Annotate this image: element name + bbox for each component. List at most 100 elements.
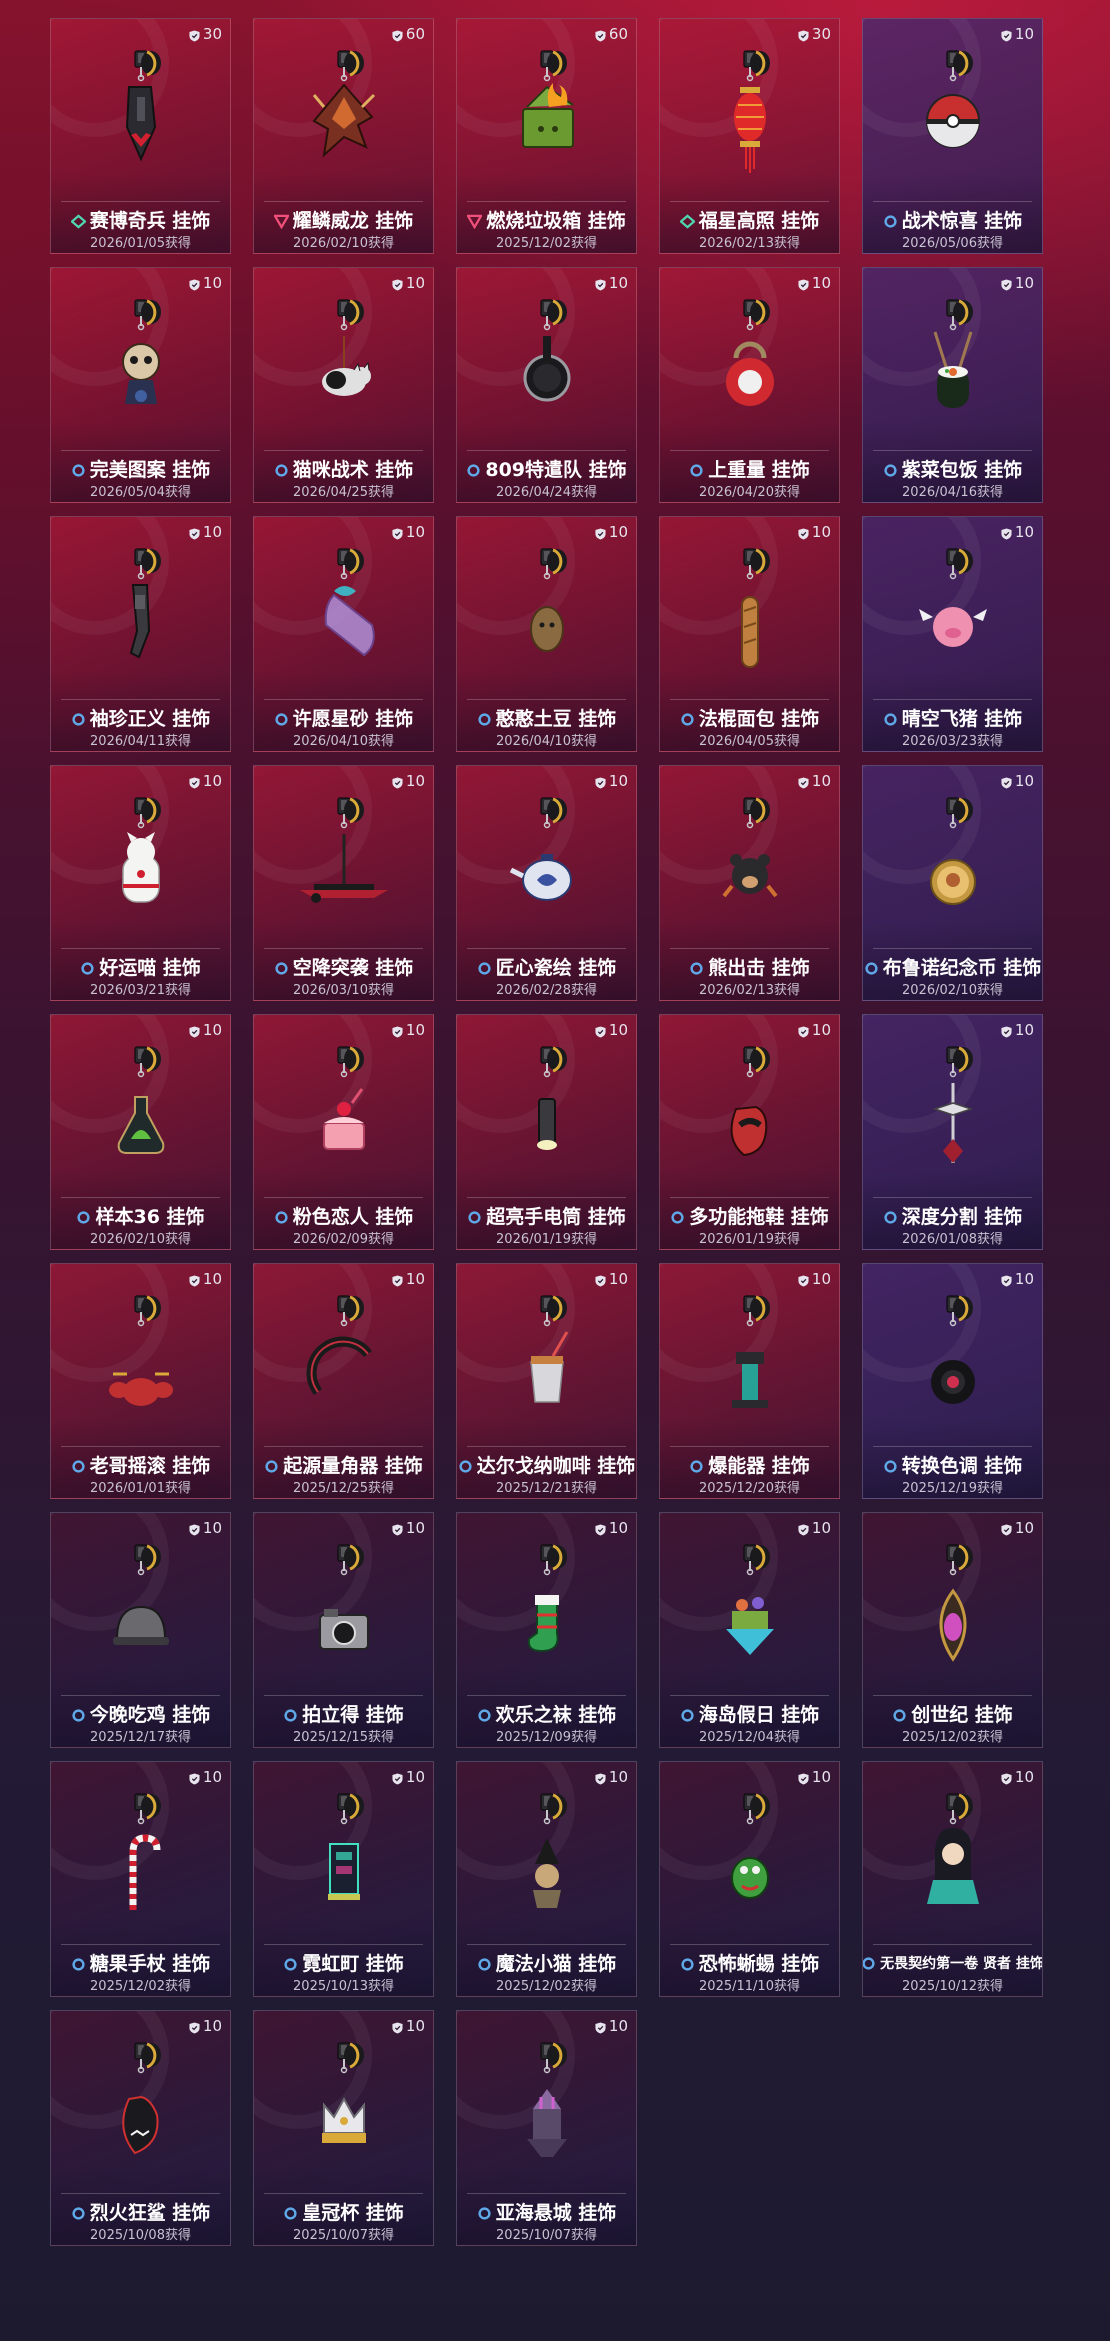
- charm-island-icon: [660, 1541, 839, 1691]
- charm-value: 30: [811, 25, 831, 43]
- charm-name-row: 粉色恋人 挂饰: [254, 1202, 433, 1229]
- charm-card[interactable]: 10 转换色调 挂饰 2025/12/19获得: [862, 1263, 1043, 1499]
- acquired-date: 2025/12/02获得: [496, 1979, 597, 1994]
- charm-card[interactable]: 10 海岛假日 挂饰 2025/12/04获得: [659, 1512, 840, 1748]
- value-badge: 10: [189, 2017, 222, 2035]
- value-badge: 10: [392, 2017, 425, 2035]
- charm-card[interactable]: 10 猫咪战术 挂饰 2026/04/25获得: [253, 267, 434, 503]
- charm-card[interactable]: 60 燃烧垃圾箱 挂饰 2025/12/02获得: [456, 18, 637, 254]
- charm-card[interactable]: 10 今晚吃鸡 挂饰 2025/12/17获得: [50, 1512, 231, 1748]
- charm-card[interactable]: 30 赛博奇兵 挂饰 2026/01/05获得: [50, 18, 231, 254]
- charm-card[interactable]: 10 晴空飞猪 挂饰 2026/03/23获得: [862, 516, 1043, 752]
- value-badge: 10: [595, 1270, 628, 1288]
- charm-name: 超亮手电筒 挂饰: [486, 1206, 626, 1228]
- charm-card[interactable]: 10 袖珍正义 挂饰 2026/04/11获得: [50, 516, 231, 752]
- charm-value: 10: [1014, 1021, 1034, 1039]
- charm-card[interactable]: 10 深度分割 挂饰 2026/01/08获得: [862, 1014, 1043, 1250]
- charm-card[interactable]: 10 紫菜包饭 挂饰 2026/04/16获得: [862, 267, 1043, 503]
- charm-card[interactable]: 10 创世纪 挂饰 2025/12/02获得: [862, 1512, 1043, 1748]
- divider: [873, 1446, 1032, 1447]
- shield-icon: [189, 277, 200, 291]
- charm-card[interactable]: 10 恐怖蜥蜴 挂饰 2025/11/10获得: [659, 1761, 840, 1997]
- charm-card[interactable]: 10 粉色恋人 挂饰 2026/02/09获得: [253, 1014, 434, 1250]
- charm-card[interactable]: 10 上重量 挂饰 2026/04/20获得: [659, 267, 840, 503]
- acquired-date: 2025/10/08获得: [90, 2228, 191, 2243]
- charm-card[interactable]: 10 憨憨土豆 挂饰 2026/04/10获得: [456, 516, 637, 752]
- charm-card[interactable]: 10 无畏契约第一卷 贤者 挂饰 2025/10/12获得: [862, 1761, 1043, 1997]
- charm-name: 拍立得 挂饰: [302, 1704, 404, 1726]
- rarity-green-icon: [69, 212, 87, 229]
- charm-cyber-icon: [51, 47, 230, 197]
- charm-card[interactable]: 10 超亮手电筒 挂饰 2026/01/19获得: [456, 1014, 637, 1250]
- charm-value: 10: [405, 1768, 425, 1786]
- charm-value: 60: [405, 25, 425, 43]
- charm-name-row: 皇冠杯 挂饰: [254, 2198, 433, 2225]
- acquired-date: 2025/12/17获得: [90, 1730, 191, 1745]
- rarity-blue-icon: [883, 1208, 898, 1224]
- charm-card[interactable]: 10 完美图案 挂饰 2026/05/04获得: [50, 267, 231, 503]
- charm-card[interactable]: 10 809特遣队 挂饰 2026/04/24获得: [456, 267, 637, 503]
- rarity-pink-icon: [272, 212, 290, 230]
- charm-name-row: 福星高照 挂饰: [660, 206, 839, 233]
- charm-card[interactable]: 10 魔法小猫 挂饰 2025/12/02获得: [456, 1761, 637, 1997]
- charm-name-row: 转换色调 挂饰: [863, 1451, 1042, 1478]
- charm-name-row: 烈火狂鲨 挂饰: [51, 2198, 230, 2225]
- charm-gun-icon: [51, 545, 230, 695]
- charm-card[interactable]: 10 熊出击 挂饰 2026/02/13获得: [659, 765, 840, 1001]
- divider: [670, 201, 829, 202]
- charm-card[interactable]: 10 匠心瓷绘 挂饰 2026/02/28获得: [456, 765, 637, 1001]
- rarity-blue-icon: [689, 959, 704, 975]
- acquired-date: 2026/01/19获得: [699, 1232, 800, 1247]
- acquired-date: 2025/12/21获得: [496, 1481, 597, 1496]
- charm-card[interactable]: 10 好运喵 挂饰 2026/03/21获得: [50, 765, 231, 1001]
- charm-cat-icon: [254, 296, 433, 446]
- charm-teapot-icon: [457, 794, 636, 944]
- charm-card[interactable]: 10 霓虹町 挂饰 2025/10/13获得: [253, 1761, 434, 1997]
- charm-name: 糖果手杖 挂饰: [89, 1953, 211, 1975]
- charm-card[interactable]: 10 样本36 挂饰 2026/02/10获得: [50, 1014, 231, 1250]
- value-badge: 60: [595, 25, 628, 43]
- divider: [873, 1197, 1032, 1198]
- rarity-blue-icon: [80, 959, 95, 975]
- charm-card[interactable]: 60 耀鳞威龙 挂饰 2026/02/10获得: [253, 18, 434, 254]
- rarity-blue-icon: [71, 1706, 86, 1722]
- charm-card[interactable]: 10 烈火狂鲨 挂饰 2025/10/08获得: [50, 2010, 231, 2246]
- rarity-blue-icon: [477, 2204, 492, 2220]
- charm-card[interactable]: 10 欢乐之袜 挂饰 2025/12/09获得: [456, 1512, 637, 1748]
- acquired-date: 2025/12/25获得: [293, 1481, 394, 1496]
- charm-card[interactable]: 10 亚海悬城 挂饰 2025/10/07获得: [456, 2010, 637, 2246]
- charm-value: 10: [608, 1768, 628, 1786]
- charm-name: 起源量角器 挂饰: [283, 1455, 423, 1477]
- divider: [467, 1197, 626, 1198]
- acquired-date: 2026/02/10获得: [90, 1232, 191, 1247]
- shield-icon: [798, 526, 809, 540]
- charm-card[interactable]: 30 福星高照 挂饰 2026/02/13获得: [659, 18, 840, 254]
- charm-name-row: 上重量 挂饰: [660, 455, 839, 482]
- charm-name: 上重量 挂饰: [708, 459, 810, 481]
- shield-icon: [798, 277, 809, 291]
- shield-icon: [392, 277, 403, 291]
- charm-card[interactable]: 10 布鲁诺纪念币 挂饰 2026/02/10获得: [862, 765, 1043, 1001]
- charm-card[interactable]: 10 许愿星砂 挂饰 2026/04/10获得: [253, 516, 434, 752]
- charm-card[interactable]: 10 皇冠杯 挂饰 2025/10/07获得: [253, 2010, 434, 2246]
- charm-name-row: 老哥摇滚 挂饰: [51, 1451, 230, 1478]
- charm-card[interactable]: 10 起源量角器 挂饰 2025/12/25获得: [253, 1263, 434, 1499]
- charm-card[interactable]: 10 达尔戈纳咖啡 挂饰 2025/12/21获得: [456, 1263, 637, 1499]
- charm-card[interactable]: 10 拍立得 挂饰 2025/12/15获得: [253, 1512, 434, 1748]
- rarity-blue-icon: [71, 1955, 86, 1971]
- charm-card[interactable]: 10 多功能拖鞋 挂饰 2026/01/19获得: [659, 1014, 840, 1250]
- charm-card[interactable]: 10 糖果手杖 挂饰 2025/12/02获得: [50, 1761, 231, 1997]
- shield-icon: [1001, 1024, 1012, 1038]
- charm-value: 60: [608, 25, 628, 43]
- charm-card[interactable]: 10 爆能器 挂饰 2025/12/20获得: [659, 1263, 840, 1499]
- charm-blade-icon: [863, 1043, 1042, 1193]
- divider: [873, 1944, 1032, 1945]
- divider: [264, 1446, 423, 1447]
- charm-card[interactable]: 10 老哥摇滚 挂饰 2026/01/01获得: [50, 1263, 231, 1499]
- value-badge: 10: [189, 1270, 222, 1288]
- charm-name: 完美图案 挂饰: [89, 459, 211, 481]
- charm-card[interactable]: 10 空降突袭 挂饰 2026/03/10获得: [253, 765, 434, 1001]
- rarity-blue-icon: [274, 710, 289, 726]
- charm-card[interactable]: 10 战术惊喜 挂饰 2026/05/06获得: [862, 18, 1043, 254]
- charm-card[interactable]: 10 法棍面包 挂饰 2026/04/05获得: [659, 516, 840, 752]
